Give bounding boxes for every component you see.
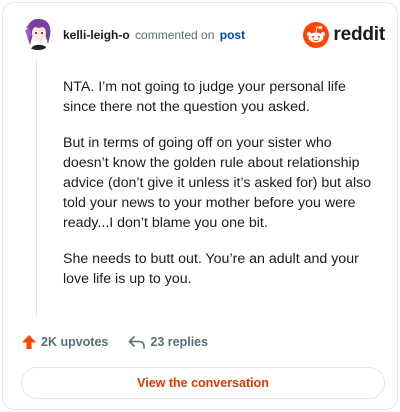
reply-count: 23 replies bbox=[150, 335, 209, 349]
username-link[interactable]: kelli-leigh-o bbox=[63, 28, 130, 42]
action-text: commented on bbox=[135, 28, 215, 42]
avatar[interactable] bbox=[21, 16, 55, 50]
upvote-button[interactable]: 2K upvotes bbox=[21, 334, 108, 350]
comment-paragraph-2: But in terms of going off on your sister… bbox=[63, 135, 372, 231]
reddit-wordmark: reddit bbox=[333, 24, 385, 45]
comment-meta: kelli-leigh-o commented on post bbox=[63, 27, 245, 43]
upvote-arrow-icon bbox=[22, 335, 36, 349]
upvote-count: 2K upvotes bbox=[41, 335, 109, 349]
comment-header: kelli-leigh-o commented on post reddit bbox=[3, 3, 399, 65]
comment-body: NTA. I’m not going to judge your persona… bbox=[63, 77, 381, 305]
view-conversation-button[interactable]: View the conversation bbox=[21, 367, 385, 399]
reddit-brand-link[interactable]: reddit bbox=[303, 21, 385, 49]
reddit-logo-icon bbox=[303, 22, 330, 48]
thread-line bbox=[36, 59, 37, 317]
reply-arrow-icon bbox=[129, 336, 146, 349]
replies-button[interactable]: 23 replies bbox=[128, 334, 208, 350]
comment-paragraph-1: NTA. I’m not going to judge your persona… bbox=[63, 79, 346, 115]
comment-actions: 2K upvotes 23 replies bbox=[21, 331, 208, 353]
post-link[interactable]: post bbox=[220, 28, 245, 42]
comment-embed-card: kelli-leigh-o commented on post reddit N… bbox=[2, 2, 398, 410]
comment-paragraph-3: She needs to butt out. You’re an adult a… bbox=[63, 251, 359, 287]
